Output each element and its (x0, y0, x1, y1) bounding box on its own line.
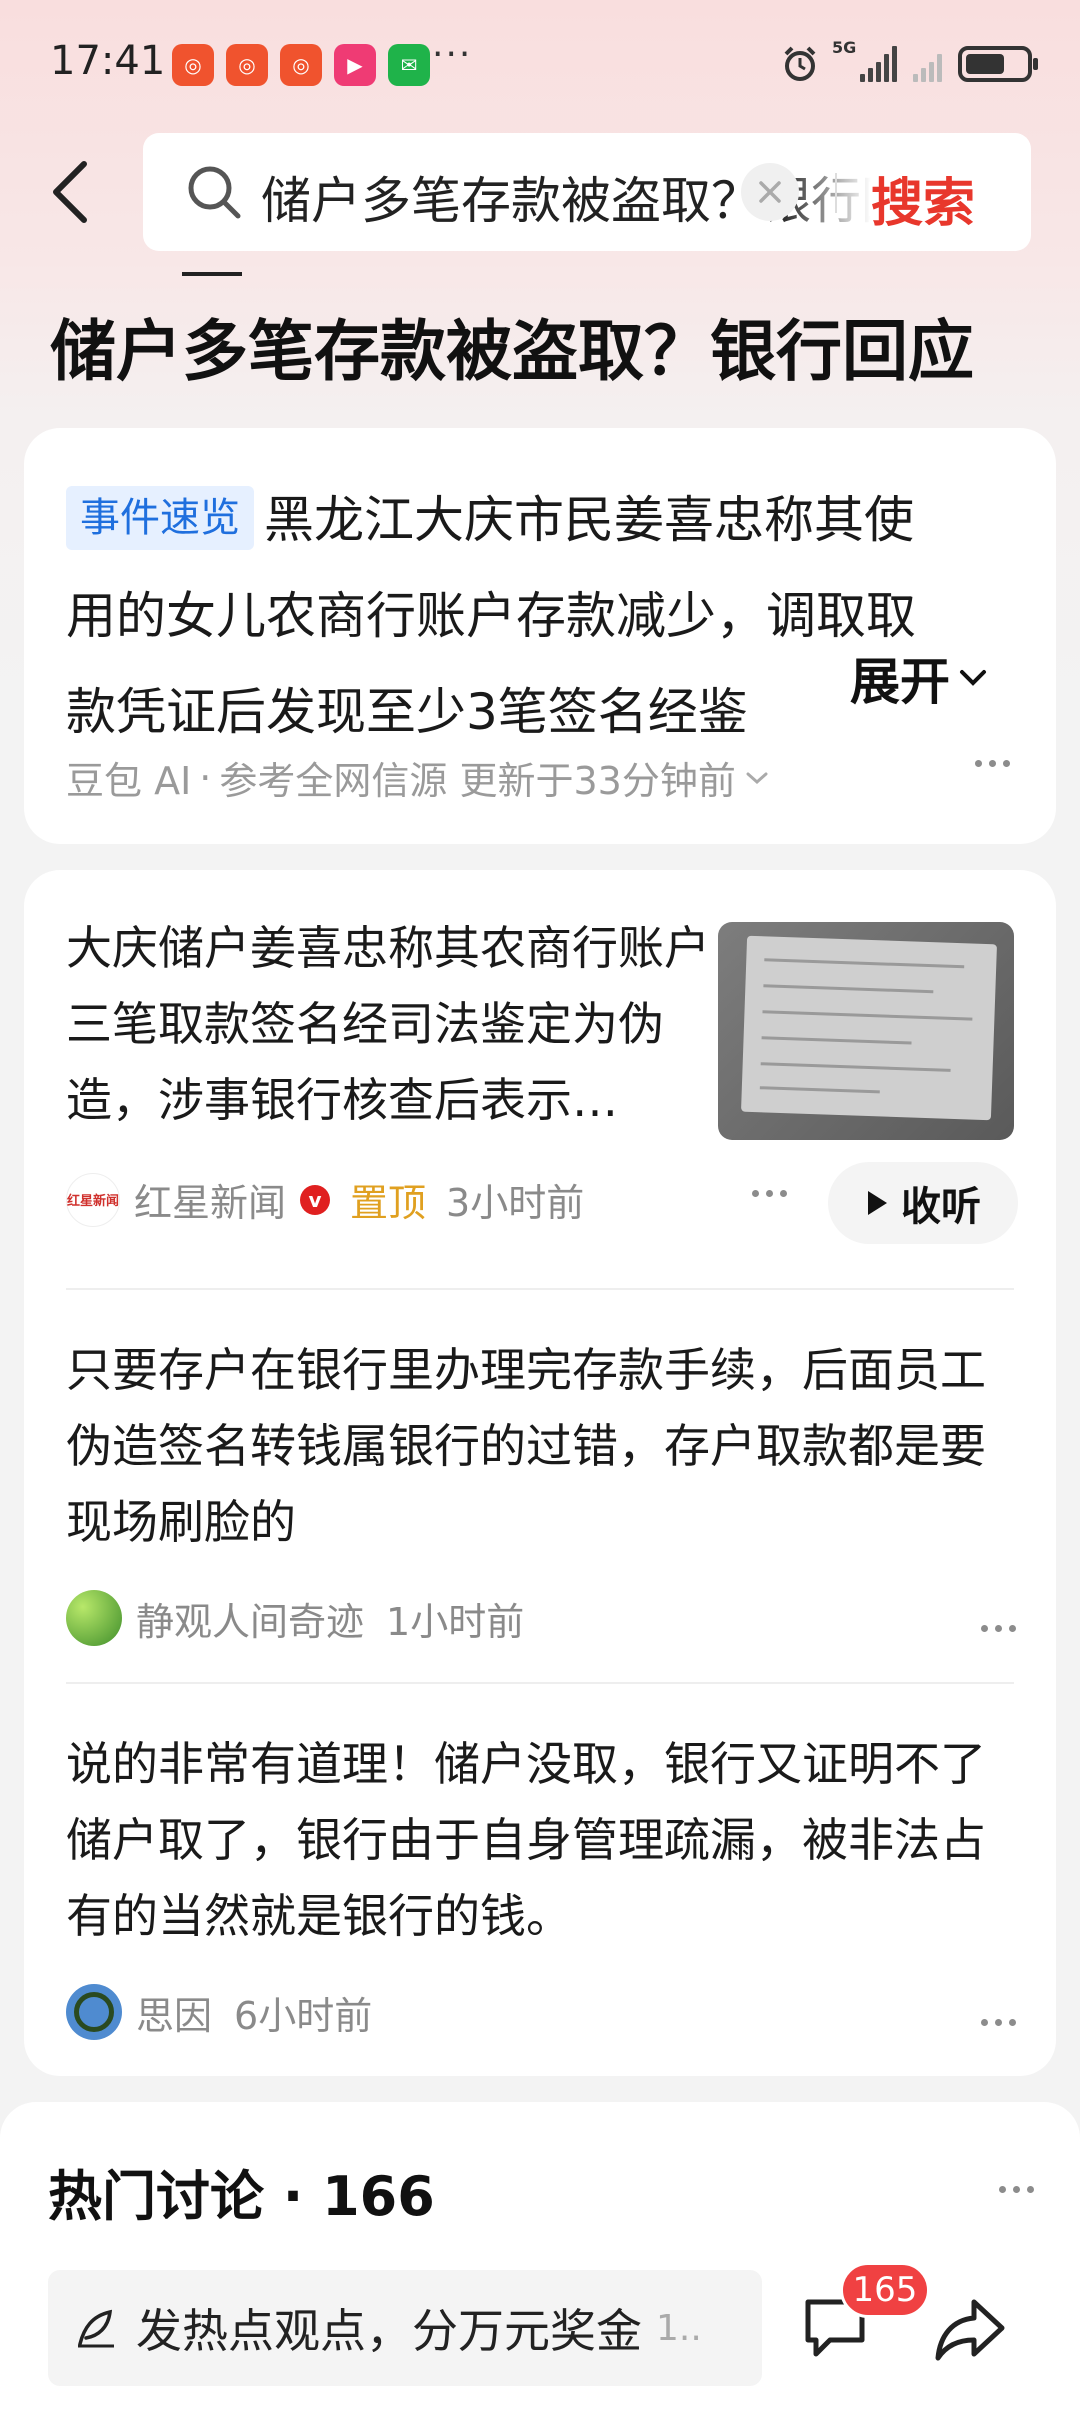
verified-icon: v (300, 1184, 331, 1215)
news-title[interactable]: 大庆储户姜喜忠称其农商行账户三笔取款签名经司法鉴定为伪造，涉事银行核查后表示… (66, 910, 716, 1138)
comment-author[interactable]: 静观人间奇迹 (136, 1591, 364, 1646)
status-time: 17:41 (50, 38, 166, 84)
chevron-down-icon[interactable] (744, 770, 770, 786)
share-icon[interactable] (932, 2296, 1008, 2362)
event-summary-tag: 事件速览 (66, 486, 254, 550)
expand-label: 展开 (850, 653, 950, 711)
news-card: 大庆储户姜喜忠称其农商行账户三笔取款签名经司法鉴定为伪造，涉事银行核查后表示… … (24, 870, 1056, 2076)
avatar[interactable] (66, 1590, 122, 1646)
more-notifications-icon: ··· (432, 34, 473, 75)
pinned-badge: 置顶 (350, 1181, 427, 1225)
comment-time: 6小时前 (234, 1993, 373, 2038)
clear-search-button[interactable] (741, 163, 799, 221)
search-icon (188, 166, 241, 219)
post-extra: 1.. (656, 2307, 702, 2349)
alarm-icon (784, 46, 816, 81)
more-options-icon[interactable] (975, 760, 1010, 767)
more-options-icon[interactable] (981, 1625, 1016, 1632)
system-status: 5G (780, 38, 1038, 84)
summary-line-3: 款凭证后发现至少3笔签名经鉴 (66, 683, 748, 741)
play-icon (868, 1191, 887, 1215)
post-placeholder: 发热点观点，分万元奖金 (136, 2304, 642, 2358)
kuaishou-icon: ◎ (280, 44, 322, 86)
divider (66, 1288, 1014, 1290)
wechat-icon: ✉ (388, 44, 430, 86)
event-summary-card[interactable]: 事件速览 黑龙江大庆市民姜喜忠称其使 用的女儿农商行账户存款减少，调取取 款凭证后… (24, 428, 1056, 844)
listen-label: 收听 (901, 1184, 981, 1230)
kuaishou-icon: ◎ (172, 44, 214, 86)
comment-meta: 静观人间奇迹 1小时前 (66, 1590, 1016, 1646)
summary-update-info: 参考全网信源 更新于33分钟前 (219, 759, 736, 803)
source-logo: 红星新闻 (66, 1172, 120, 1227)
comment-item[interactable]: 说的非常有道理！储户没取，银行又证明不了储户取了，银行由于自身管理疏漏，被非法占… (66, 1726, 1016, 2040)
summary-text: 事件速览 黑龙江大庆市民姜喜忠称其使 用的女儿农商行账户存款减少，调取取 款凭证后… (66, 472, 1016, 760)
expand-button[interactable]: 展开 (850, 642, 988, 714)
pen-icon (78, 2309, 114, 2348)
search-divider (835, 173, 837, 213)
search-bar[interactable]: 储户多笔存款被盗取？银行回应 搜索 (143, 133, 1031, 251)
summary-line-1: 黑龙江大庆市民姜喜忠称其使 (264, 491, 914, 549)
signal-icon (913, 46, 942, 82)
title-decoration (182, 272, 242, 276)
summary-meta: 豆包 AI · 参考全网信源 更新于33分钟前 (66, 750, 770, 805)
summary-source: 豆包 AI (66, 759, 192, 803)
news-source[interactable]: 红星新闻 (134, 1172, 286, 1227)
comment-meta: 思因 6小时前 (66, 1984, 1016, 2040)
listen-button[interactable]: 收听 (828, 1162, 1018, 1244)
avatar[interactable] (66, 1984, 122, 2040)
chevron-down-icon (960, 670, 986, 686)
news-meta: 红星新闻 红星新闻 v 置顶 3小时前 (66, 1172, 584, 1227)
kuaishou-icon: ◎ (226, 44, 268, 86)
more-options-icon[interactable] (981, 2019, 1016, 2026)
signal-5g-icon: 5G (832, 38, 897, 82)
news-time: 3小时前 (446, 1181, 585, 1225)
notification-icons: ◎ ◎ ◎ ▶ ✉ (172, 44, 430, 86)
news-thumbnail[interactable] (718, 922, 1014, 1140)
comment-text: 说的非常有道理！储户没取，银行又证明不了储户取了，银行由于自身管理疏漏，被非法占… (66, 1737, 986, 1943)
hot-discussion-section: 热门讨论 · 166 发热点观点，分万元奖金 1.. 165 (0, 2102, 1080, 2412)
more-options-icon[interactable] (999, 2186, 1034, 2193)
comment-item[interactable]: 只要存户在银行里办理完存款手续，后面员工伪造签名转钱属银行的过错，存户取款都是要… (66, 1332, 1016, 1646)
search-button[interactable]: 搜索 (871, 161, 975, 236)
hot-discussion-title: 热门讨论 · 166 (48, 2165, 435, 2228)
battery-icon (958, 46, 1038, 82)
comment-time: 1小时前 (386, 1599, 525, 1644)
comment-text: 只要存户在银行里办理完存款手续，后面员工伪造签名转钱属银行的过错，存户取款都是要… (66, 1343, 986, 1549)
comment-count-badge: 165 (840, 2262, 930, 2318)
page-title: 储户多笔存款被盗取？银行回应 (50, 313, 974, 390)
close-icon (759, 181, 781, 203)
divider (66, 1682, 1014, 1684)
comment-author[interactable]: 思因 (136, 1985, 212, 2040)
video-app-icon: ▶ (334, 44, 376, 86)
back-icon[interactable] (44, 160, 100, 224)
post-opinion-input[interactable]: 发热点观点，分万元奖金 1.. (48, 2270, 762, 2386)
status-bar: 17:41 ◎ ◎ ◎ ▶ ✉ ··· 5G (0, 0, 1080, 135)
more-options-icon[interactable] (752, 1190, 787, 1197)
